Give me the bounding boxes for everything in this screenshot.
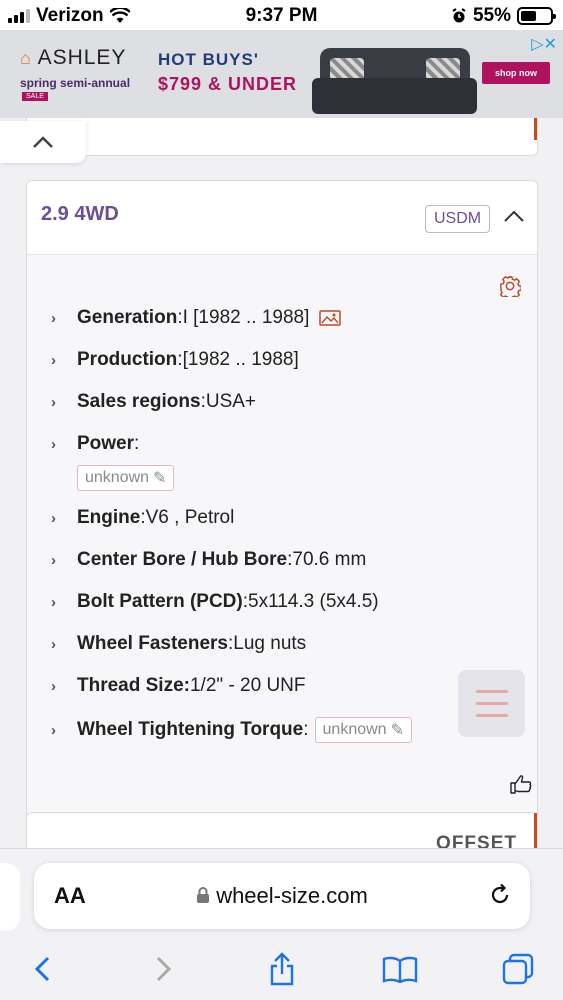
market-badge: USDM bbox=[425, 205, 491, 233]
image-icon[interactable] bbox=[319, 310, 342, 326]
ad-price: $799 & UNDER bbox=[158, 74, 298, 94]
chevron-right-icon[interactable]: › bbox=[51, 436, 77, 453]
battery-percent: 55% bbox=[472, 5, 511, 26]
previous-card bbox=[26, 118, 538, 156]
spec-thread-size[interactable]: › Thread Size: 1/2" - 20 UNF bbox=[51, 675, 306, 697]
chevron-right-icon[interactable]: › bbox=[51, 552, 77, 569]
chevron-right-icon[interactable]: › bbox=[51, 722, 77, 739]
spec-generation[interactable]: › Generation: I [1982 .. 1988] bbox=[51, 307, 342, 329]
spec-production[interactable]: › Production: [1982 .. 1988] bbox=[51, 349, 299, 371]
scroll-top-button[interactable] bbox=[0, 121, 86, 163]
chevron-right-icon[interactable]: › bbox=[51, 394, 77, 411]
spec-wheel-fasteners[interactable]: › Wheel Fasteners: Lug nuts bbox=[51, 633, 306, 655]
ad-close[interactable]: ▷✕ bbox=[531, 34, 557, 54]
house-logo-icon: ⌂ bbox=[20, 48, 32, 68]
thumbs-up-hand-icon[interactable] bbox=[509, 773, 533, 795]
menu-icon bbox=[475, 690, 508, 693]
ad-brand: ⌂ ASHLEY bbox=[20, 46, 127, 69]
floating-menu-button[interactable] bbox=[458, 670, 525, 737]
ad-tagline: spring semi-annual bbox=[20, 76, 131, 90]
forward-button[interactable] bbox=[144, 949, 184, 989]
tabs-button[interactable] bbox=[498, 949, 538, 989]
spec-engine[interactable]: › Engine: V6 , Petrol bbox=[51, 507, 234, 529]
ad-sale-tag: SALE bbox=[22, 92, 48, 101]
book-icon[interactable] bbox=[382, 955, 418, 983]
chevron-right-icon[interactable]: › bbox=[51, 510, 77, 527]
browser-toolbar: AA wheel-size.com bbox=[0, 848, 563, 1000]
bookmarks-button[interactable] bbox=[380, 949, 420, 989]
chevron-right-icon[interactable] bbox=[155, 955, 173, 983]
chevron-right-icon[interactable]: › bbox=[51, 678, 77, 695]
chevron-right-icon[interactable]: › bbox=[51, 352, 77, 369]
spec-tightening-torque[interactable]: › Wheel Tightening Torque: unknown ✎ bbox=[51, 717, 412, 743]
close-icon[interactable]: ✕ bbox=[544, 36, 557, 53]
tabs-icon[interactable] bbox=[502, 953, 534, 985]
chevron-right-icon[interactable]: › bbox=[51, 636, 77, 653]
chevron-right-icon[interactable]: › bbox=[51, 594, 77, 611]
sofa-image bbox=[312, 48, 477, 118]
url-display[interactable]: wheel-size.com bbox=[34, 883, 530, 909]
previous-tab-peek[interactable] bbox=[0, 863, 20, 931]
pencil-icon[interactable]: ✎ bbox=[391, 720, 404, 740]
chevron-up-icon bbox=[33, 136, 53, 148]
status-bar: Verizon 9:37 PM 55% bbox=[0, 0, 563, 30]
spec-center-bore[interactable]: › Center Bore / Hub Bore: 70.6 mm bbox=[51, 549, 366, 571]
spec-power[interactable]: › Power: bbox=[51, 433, 139, 455]
trim-title[interactable]: 2.9 4WD bbox=[41, 203, 119, 226]
chevron-left-icon[interactable] bbox=[33, 955, 51, 983]
share-button[interactable] bbox=[262, 949, 302, 989]
power-unknown[interactable]: unknown ✎ bbox=[77, 465, 175, 491]
trim-card-header[interactable]: 2.9 4WD USDM bbox=[27, 181, 537, 255]
spec-sales-regions[interactable]: › Sales regions: USA+ bbox=[51, 391, 256, 413]
alarm-icon bbox=[452, 8, 466, 23]
browser-nav bbox=[0, 949, 563, 989]
chevron-up-icon[interactable] bbox=[503, 209, 525, 223]
gear-icon[interactable] bbox=[499, 275, 521, 297]
ad-banner[interactable]: ⌂ ASHLEY spring semi-annual SALE HOT BUY… bbox=[0, 30, 563, 118]
reload-icon[interactable] bbox=[488, 883, 512, 907]
battery-icon bbox=[517, 7, 556, 25]
adchoices-icon[interactable]: ▷ bbox=[531, 36, 543, 53]
chevron-right-icon[interactable]: › bbox=[51, 310, 77, 327]
lock-icon bbox=[197, 887, 210, 903]
pencil-icon[interactable]: ✎ bbox=[153, 468, 166, 488]
back-button[interactable] bbox=[22, 949, 62, 989]
ad-shop-button[interactable]: shop now bbox=[482, 62, 550, 84]
ad-headline: HOT BUYS' bbox=[158, 50, 259, 69]
torque-unknown[interactable]: unknown ✎ bbox=[314, 717, 412, 743]
spec-bolt-pattern[interactable]: › Bolt Pattern (PCD): 5x114.3 (5x4.5) bbox=[51, 591, 379, 613]
share-icon[interactable] bbox=[268, 952, 296, 986]
address-bar[interactable]: AA wheel-size.com bbox=[34, 863, 530, 929]
